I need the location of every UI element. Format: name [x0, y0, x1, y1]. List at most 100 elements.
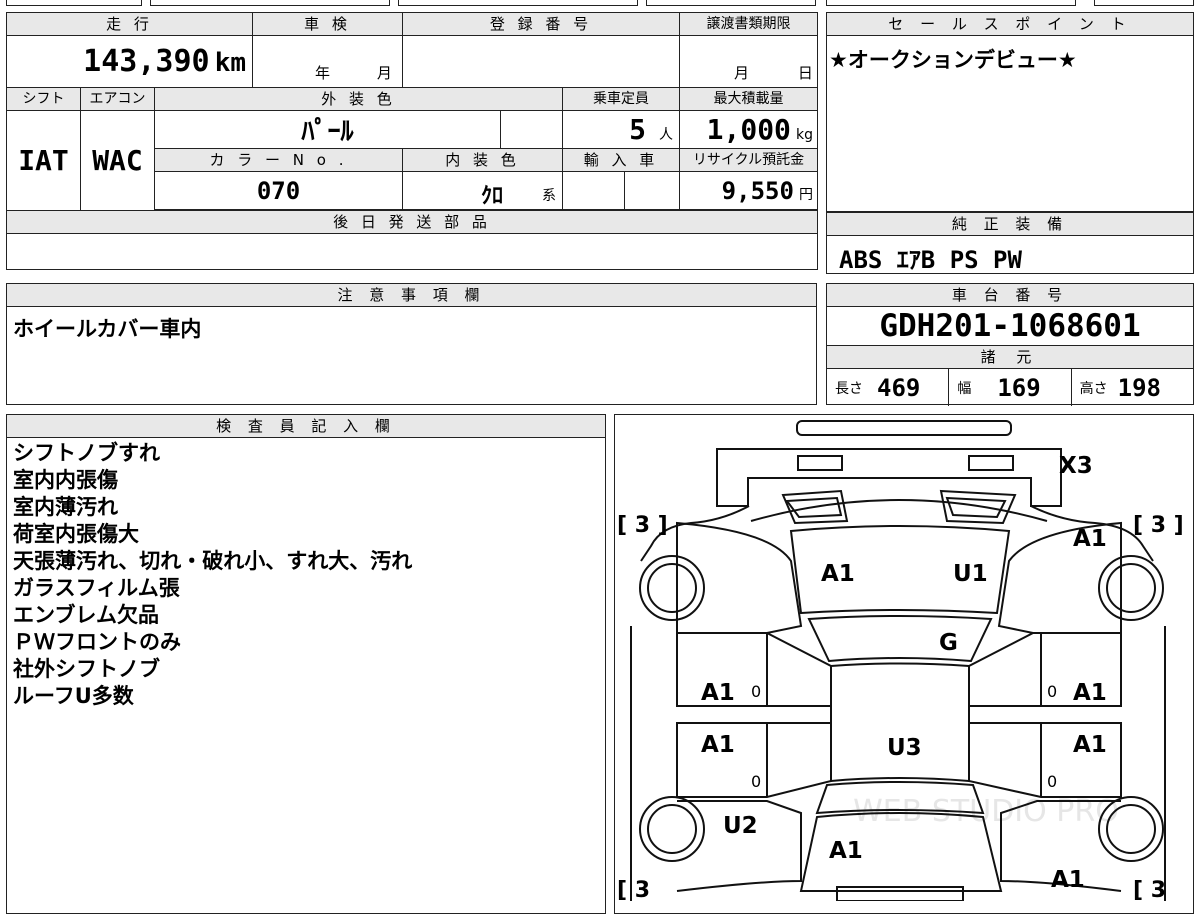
- equipment-box: 純 正 装 備 ABS ｴｱB PS PW: [826, 212, 1194, 274]
- max-load-unit: kg: [796, 127, 814, 143]
- width-spec: 幅 169: [949, 369, 1072, 406]
- length-value: 469: [877, 373, 921, 402]
- transfer-day-unit: 日: [797, 64, 813, 82]
- mark-a1-left-front-door: A1: [701, 680, 735, 706]
- cutoff-cell-4: [646, 0, 816, 6]
- chassis-header: 車 台 番 号: [827, 284, 1193, 307]
- mark-x3: X3: [1059, 453, 1093, 479]
- recycle-value: 9,550: [721, 176, 794, 205]
- registration-header: 登 録 番 号: [402, 12, 681, 36]
- door-zero-left-rear: 0: [751, 772, 761, 791]
- inspection-month-unit: 月: [376, 64, 392, 82]
- tire-label-front-left: [ 3 ]: [617, 513, 668, 538]
- import-cell-2: [624, 171, 681, 210]
- notes-header: 注 意 事 項 欄: [7, 284, 816, 307]
- wheel-rear-left-outer: [639, 796, 705, 862]
- later-parts-cell: [5, 233, 819, 270]
- inspector-note: 荷室内張傷大: [13, 522, 139, 546]
- mark-u3-roof: U3: [887, 735, 922, 761]
- inspector-box: 検 査 員 記 入 欄 シフトノブすれ 室内内張傷 室内薄汚れ 荷室内張傷大 天…: [6, 414, 606, 914]
- later-parts-header: 後 日 発 送 部 品: [5, 210, 819, 234]
- inspector-note: ルーフU多数: [13, 684, 134, 708]
- mark-a1-left-rear-door: A1: [701, 732, 735, 758]
- inspection-year-unit: 年: [315, 64, 331, 82]
- front-bumper: [716, 448, 1062, 507]
- max-load-header: 最大積載量: [679, 87, 819, 111]
- inspector-note: 天張薄汚れ、切れ・破れ小、すれ大、汚れ: [13, 549, 413, 573]
- notes-value: ホイールカバー車内: [13, 317, 202, 341]
- height-spec: 高さ 198: [1072, 369, 1193, 406]
- import-cell-1: [562, 171, 626, 210]
- shift-cell: IAT: [6, 110, 81, 211]
- capacity-unit: 人: [659, 127, 674, 143]
- notes-box: 注 意 事 項 欄 ホイールカバー車内: [6, 283, 817, 405]
- exterior-color-value: ﾊﾟｰﾙ: [301, 117, 354, 147]
- length-spec: 長さ 469: [827, 369, 950, 406]
- mark-a1-rear: A1: [829, 838, 863, 864]
- cutoff-cell-6: [1094, 0, 1194, 6]
- equipment-value: ABS ｴｱB PS PW: [839, 246, 1022, 274]
- wheel-rear-right-outer: [1098, 796, 1164, 862]
- inspector-note: 社外シフトノブ: [13, 657, 160, 681]
- transfer-deadline-header: 譲渡書類期限: [679, 12, 819, 36]
- transfer-deadline-cell: 月 日: [679, 35, 819, 88]
- shift-value: IAT: [18, 144, 69, 177]
- windshield: [807, 615, 993, 663]
- color-no-value: 070: [256, 176, 301, 205]
- watermark: WEB STUDIO PRO: [853, 794, 1119, 829]
- door-zero-right-front: 0: [1047, 682, 1057, 701]
- mark-u2-left-rear: U2: [723, 813, 758, 839]
- inspector-notes-list: シフトノブすれ 室内内張傷 室内薄汚れ 荷室内張傷大 天張薄汚れ、切れ・破れ小、…: [7, 438, 605, 710]
- specs-header: 諸 元: [827, 346, 1193, 369]
- mark-a1-right-rear-door: A1: [1073, 732, 1107, 758]
- fog-lamp-left: [797, 455, 843, 471]
- height-value: 198: [1117, 373, 1162, 402]
- car-diagram-box: WEB STUDIO PRO X3 A1 A1 U1 G A1 A1 A1 A1…: [614, 414, 1194, 914]
- fog-lamp-right: [968, 455, 1014, 471]
- inspector-note: 室内薄汚れ: [13, 495, 118, 519]
- width-label: 幅: [957, 380, 972, 397]
- color-no-cell: 070: [153, 171, 404, 210]
- chassis-value: GDH201-1068601: [827, 307, 1193, 346]
- max-load-value: 1,000: [706, 113, 791, 146]
- sales-point-value: ★オークションデビュー★: [829, 48, 1077, 72]
- shift-header: シフト: [6, 87, 81, 111]
- vehicle-info-table: 走 行 車 検 登 録 番 号 譲渡書類期限 143,390 km 年 月 月 …: [5, 12, 819, 270]
- roof-panel: [830, 662, 970, 783]
- wheel-front-right-outer: [1098, 555, 1164, 621]
- inspection-header: 車 検: [252, 12, 404, 36]
- interior-color-cell: ｸﾛ 系: [402, 171, 564, 210]
- fender-left-front: [676, 521, 803, 634]
- wheel-front-left-outer: [639, 555, 705, 621]
- aircon-value: WAC: [92, 144, 143, 177]
- import-header: 輸 入 車: [562, 148, 681, 172]
- tire-label-rear-right: [ 3: [1133, 878, 1166, 901]
- inspector-note: ガラスフィルム張: [13, 576, 180, 600]
- interior-color-suffix: 系: [542, 188, 557, 204]
- recycle-cell: 9,550 円: [679, 171, 819, 210]
- exterior-color-header: 外 装 色: [153, 87, 564, 111]
- inspector-header: 検 査 員 記 入 欄: [7, 415, 605, 438]
- cutoff-cell-2: [150, 0, 390, 6]
- front-edge: [750, 499, 1048, 522]
- car-diagram: WEB STUDIO PRO X3 A1 A1 U1 G A1 A1 A1 A1…: [617, 420, 1184, 901]
- wheel-rear-right-inner: [1106, 804, 1156, 854]
- mileage-header: 走 行: [5, 12, 254, 36]
- max-load-cell: 1,000 kg: [679, 110, 819, 149]
- transfer-month-unit: 月: [734, 64, 750, 82]
- wheel-front-right-inner: [1106, 563, 1156, 613]
- specs-row: 長さ 469 幅 169 高さ 198: [827, 369, 1193, 406]
- tire-label-rear-left: [ 3: [617, 878, 650, 901]
- recycle-header: リサイクル預託金: [679, 148, 819, 172]
- mark-a1-right-front: A1: [1073, 526, 1107, 552]
- capacity-value: 5: [629, 113, 646, 146]
- aircon-header: エアコン: [80, 87, 155, 111]
- chassis-box: 車 台 番 号 GDH201-1068601 諸 元 長さ 469 幅 169 …: [826, 283, 1194, 406]
- mark-a1-hood-left: A1: [821, 561, 855, 587]
- exterior-color-cell: ﾊﾟｰﾙ: [153, 110, 502, 149]
- mileage-unit: km: [214, 48, 247, 78]
- cutoff-cell-1: [6, 0, 142, 6]
- registration-cell: [402, 35, 681, 88]
- front-bumper-strip: [796, 420, 1012, 436]
- mileage-value: 143,390: [83, 44, 210, 79]
